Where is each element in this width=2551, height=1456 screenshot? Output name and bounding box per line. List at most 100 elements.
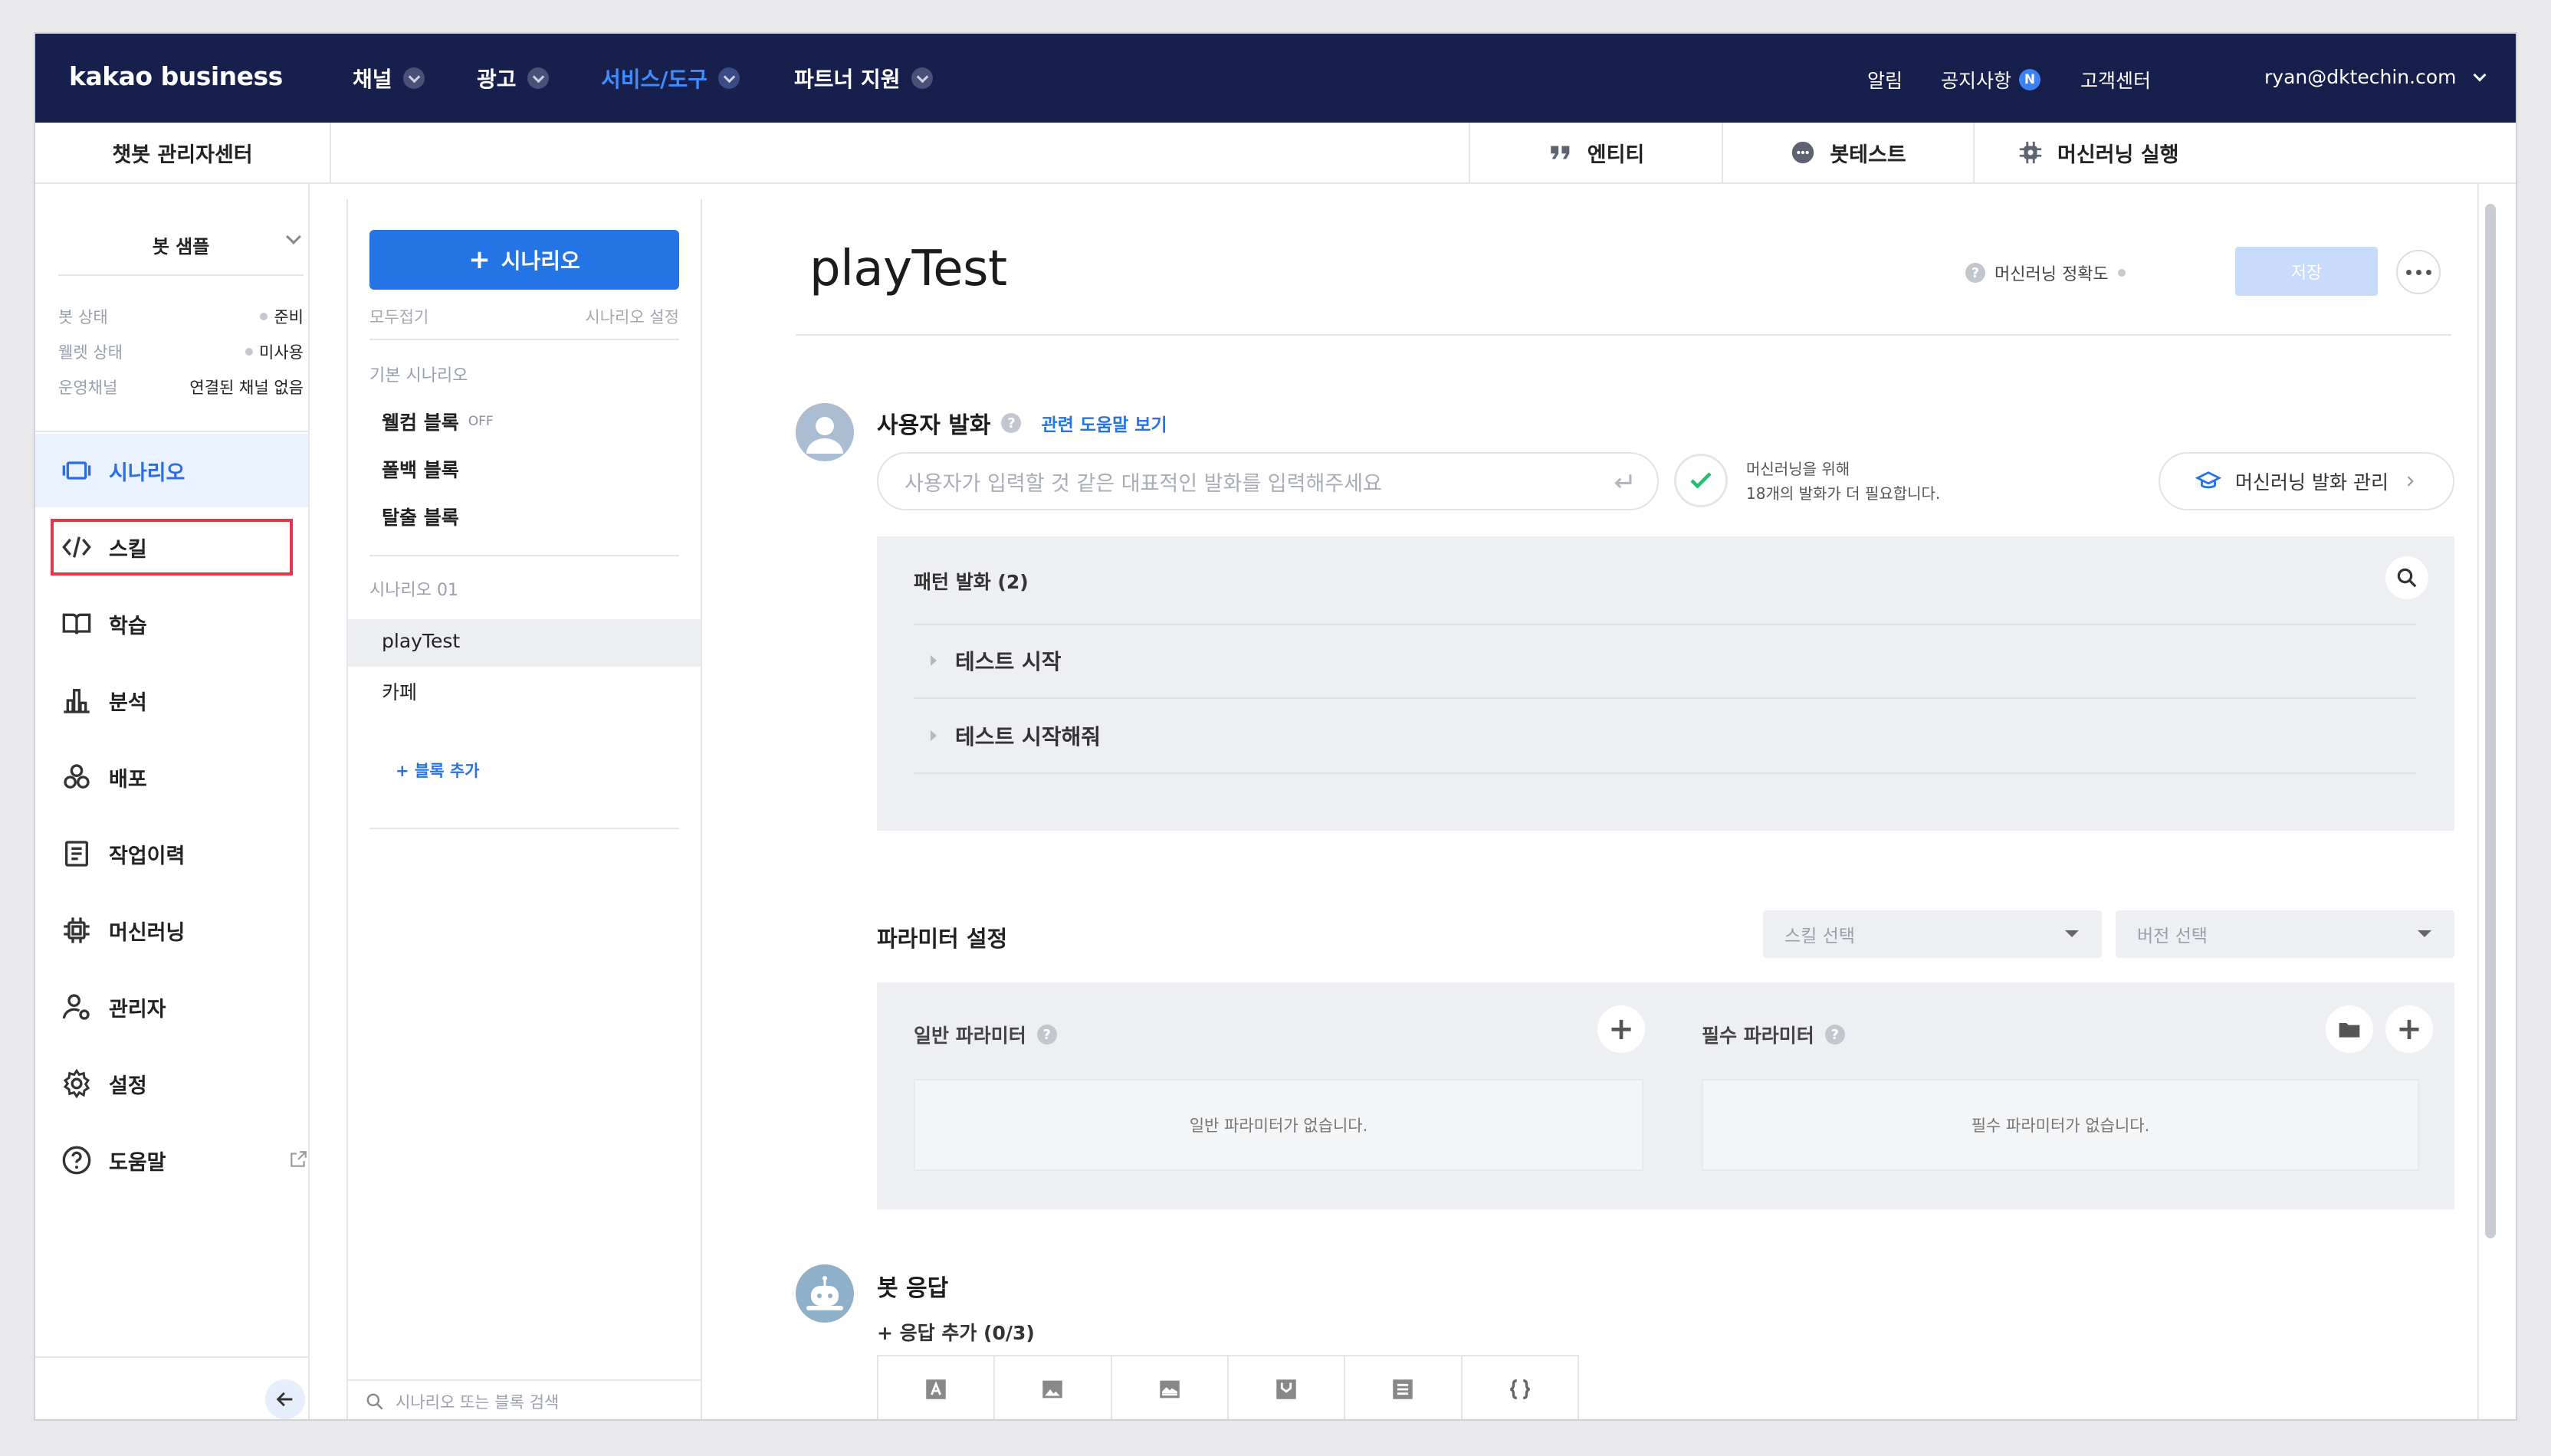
caret-right-icon: [931, 655, 937, 666]
notice-link[interactable]: 공지사항 N: [1941, 66, 2041, 93]
menu-label: 채널: [353, 67, 392, 92]
scenario-group-title[interactable]: 시나리오 01: [369, 576, 458, 601]
user-icon: [806, 417, 843, 454]
sidebar-item-help[interactable]: 도움말: [35, 1123, 308, 1197]
block-item[interactable]: 폴백 블록: [382, 455, 459, 483]
app-window: kakao business 채널 광고 서비스/도구 파트너 지원 알림 공지…: [34, 32, 2517, 1421]
version-select[interactable]: 버전 선택: [2116, 910, 2454, 958]
user-avatar: [796, 403, 854, 461]
sidebar-item-label: 관리자: [109, 997, 166, 1021]
question-icon[interactable]: ?: [1001, 413, 1022, 433]
entity-tool[interactable]: 엔티티: [1469, 123, 1722, 182]
scenario-icon: [62, 461, 91, 480]
bot-test-tool[interactable]: 봇테스트: [1722, 123, 1973, 182]
pattern-item[interactable]: 테스트 시작: [931, 645, 1062, 676]
response-type-image[interactable]: [995, 1356, 1112, 1419]
image-type-icon: [1042, 1380, 1063, 1399]
menu-label: 파트너 지원: [794, 67, 901, 92]
sidebar-item-analysis[interactable]: 분석: [35, 664, 308, 737]
logo[interactable]: kakao business: [69, 61, 283, 91]
sidebar-item-scenario[interactable]: 시나리오: [35, 434, 308, 507]
history-icon: [65, 841, 88, 867]
menu-channel[interactable]: 채널: [353, 63, 425, 93]
alerts-link[interactable]: 알림: [1867, 66, 1903, 93]
response-type-card[interactable]: [1112, 1356, 1229, 1419]
scrollbar[interactable]: [2485, 204, 2496, 1238]
question-icon[interactable]: ?: [1824, 1025, 1845, 1044]
ml-run-tool[interactable]: 머신러닝 실행: [1973, 123, 2516, 182]
response-type-text[interactable]: [878, 1356, 996, 1419]
sidebar-item-ml[interactable]: 머신러닝: [35, 894, 308, 967]
question-icon[interactable]: ?: [1965, 263, 1985, 283]
sidebar-item-history[interactable]: 작업이력: [35, 817, 308, 890]
menu-partner[interactable]: 파트너 지원: [794, 63, 933, 93]
add-response-link[interactable]: + 응답 추가 (0/3): [877, 1318, 1035, 1346]
search-icon: [2397, 568, 2417, 588]
folder-button[interactable]: [2326, 1005, 2373, 1053]
new-badge: N: [2019, 69, 2041, 90]
status-channel: 운영채널 연결된 채널 없음: [58, 375, 304, 398]
collapse-sidebar-button[interactable]: [265, 1379, 305, 1419]
sidebar-item-deploy[interactable]: 배포: [35, 740, 308, 814]
list-type-icon: [1393, 1379, 1413, 1399]
add-scenario-button[interactable]: + 시나리오: [369, 230, 679, 290]
chat-bubble-icon: [1792, 141, 1814, 164]
button-label: 머신러닝 발화 관리: [2235, 471, 2388, 494]
save-button[interactable]: 저장: [2235, 247, 2378, 296]
utterance-input[interactable]: 사용자가 입력할 것 같은 대표적인 발화를 입력해주세요: [877, 452, 1659, 510]
menu-services[interactable]: 서비스/도구: [601, 63, 740, 93]
pattern-search-button[interactable]: [2385, 556, 2428, 599]
response-type-code[interactable]: [1463, 1356, 1578, 1419]
enter-icon[interactable]: [1610, 469, 1636, 495]
sidebar-item-label: 머신러닝: [109, 920, 185, 945]
skill-select[interactable]: 스킬 선택: [1763, 910, 2102, 958]
status-value: 준비: [274, 308, 304, 326]
add-general-param-button[interactable]: +: [1597, 1005, 1645, 1053]
menu-ads[interactable]: 광고: [477, 63, 549, 93]
response-type-list[interactable]: [1345, 1356, 1463, 1419]
center-title: 챗봇 관리자센터: [35, 123, 331, 182]
pattern-text: 테스트 시작해줘: [955, 724, 1101, 749]
block-item[interactable]: 탈출 블록: [382, 503, 459, 530]
block-label: 웰컴 블록: [382, 412, 459, 434]
block-item[interactable]: 웰컴 블록 OFF: [382, 408, 494, 435]
sidebar-item-skill[interactable]: 스킬: [35, 510, 308, 584]
gear-icon: [63, 1068, 90, 1099]
param-col-label: 필수 파라미터: [1702, 1025, 1814, 1047]
divider: [35, 431, 310, 432]
param-panel: 일반 파라미터 ? + 일반 파라미터가 없습니다. 필수 파라미터 ? + 필…: [877, 982, 2454, 1209]
scenario-search[interactable]: 시나리오 또는 블록 검색: [348, 1379, 701, 1419]
ml-need-text: 머신러닝을 위해 18개의 발화가 더 필요합니다.: [1746, 457, 1940, 506]
page-title[interactable]: playTest: [809, 241, 1007, 297]
admin-icon: [62, 994, 90, 1020]
divider: [2477, 184, 2479, 1419]
ml-need-line: 머신러닝을 위해: [1746, 460, 1850, 478]
divider: [796, 334, 2451, 336]
scenario-settings-link[interactable]: 시나리오 설정: [585, 305, 679, 328]
bot-selector[interactable]: 봇 샘플: [58, 215, 304, 276]
ml-utterance-manage-button[interactable]: 머신러닝 발화 관리: [2159, 452, 2454, 510]
deploy-icon: [64, 764, 90, 789]
block-item-selected[interactable]: playTest: [382, 630, 460, 652]
tool-label: 엔티티: [1587, 143, 1645, 167]
add-required-param-button[interactable]: +: [2385, 1005, 2433, 1053]
user-menu[interactable]: ryan@dktechin.com: [2264, 66, 2486, 88]
add-scenario-label: 시나리오: [501, 248, 580, 274]
more-options-button[interactable]: [2396, 250, 2441, 294]
status-dot: [245, 348, 254, 356]
help-link[interactable]: 관련 도움말 보기: [1041, 410, 1167, 436]
question-icon[interactable]: ?: [1036, 1025, 1057, 1044]
sidebar-item-settings[interactable]: 설정: [35, 1047, 308, 1120]
response-type-commerce[interactable]: [1229, 1356, 1346, 1419]
scenario-group-title[interactable]: 기본 시나리오: [369, 362, 468, 386]
sidebar-item-learning[interactable]: 학습: [35, 587, 308, 661]
bot-icon: [806, 1276, 843, 1310]
chip-icon: [64, 917, 90, 943]
support-link[interactable]: 고객센터: [2080, 66, 2151, 93]
block-item[interactable]: 카페: [382, 677, 417, 705]
add-block-link[interactable]: + 블록 추가: [396, 759, 480, 782]
collapse-all-link[interactable]: 모두접기: [369, 305, 428, 328]
sidebar-item-admin[interactable]: 관리자: [35, 970, 308, 1044]
pattern-item[interactable]: 테스트 시작해줘: [931, 720, 1101, 751]
sub-header: 챗봇 관리자센터 엔티티 봇테스트 머신러닝 실행: [35, 123, 2516, 184]
